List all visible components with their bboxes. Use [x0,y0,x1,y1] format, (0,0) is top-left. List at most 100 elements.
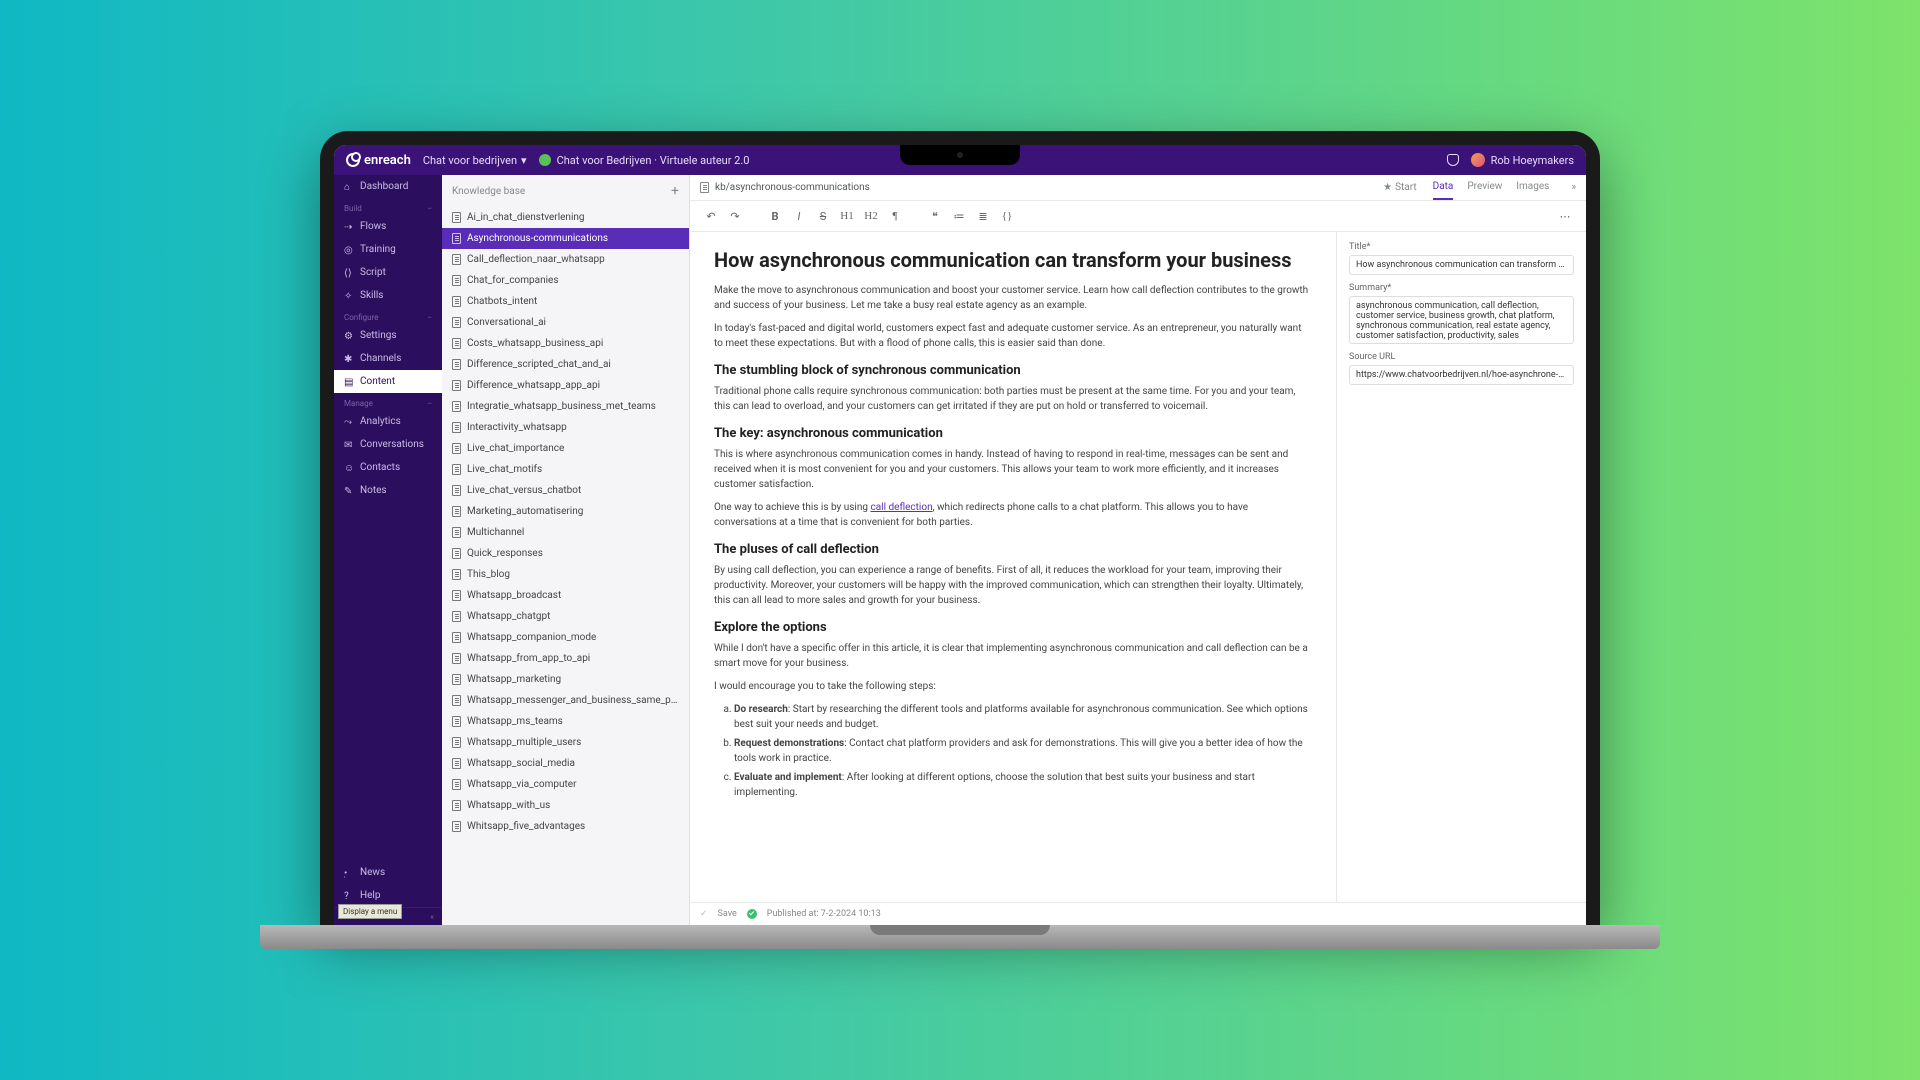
kb-item[interactable]: Whatsapp_ms_teams [442,711,689,732]
brand-logo[interactable]: enreach [346,153,411,168]
kb-item[interactable]: Asynchronous-communications [442,228,689,249]
document-icon [452,695,461,706]
quote-button[interactable]: ❝ [924,205,946,227]
title-input[interactable]: How asynchronous communication can trans… [1349,255,1574,275]
kb-item[interactable]: Call_deflection_naar_whatsapp [442,249,689,270]
paragraph-button[interactable]: ¶ [884,205,906,227]
sidebar-item-analytics[interactable]: ⤳Analytics [334,410,442,433]
kb-item[interactable]: Whatsapp_messenger_and_business_same_p… [442,690,689,711]
kb-item[interactable]: Whatsapp_marketing [442,669,689,690]
bold-button[interactable]: B [764,205,786,227]
start-button[interactable]: ★Start [1379,176,1421,199]
document-icon [452,632,461,643]
sidebar-section-manage: Manage− [334,393,442,410]
kb-item-label: Whatsapp_social_media [467,758,575,769]
sidebar-item-training[interactable]: ◎Training [334,238,442,261]
undo-button[interactable]: ↶ [700,205,722,227]
editor-footer: ✓ Save Published at: 7-2-2024 10:13 [690,902,1586,925]
sidebar-item-settings[interactable]: ⚙Settings [334,324,442,347]
article-paragraph: I would encourage you to take the follow… [714,679,1312,694]
sidebar-item-conversations[interactable]: ✉Conversations [334,433,442,456]
document-icon [452,254,461,265]
sidebar-item-channels[interactable]: ✱Channels [334,347,442,370]
kb-item[interactable]: Ai_in_chat_dienstverlening [442,207,689,228]
kb-item[interactable]: This_blog [442,564,689,585]
document-icon [452,716,461,727]
kb-item[interactable]: Whatsapp_social_media [442,753,689,774]
notifications-button[interactable] [1447,154,1459,166]
kb-item[interactable]: Chatbots_intent [442,291,689,312]
kb-item-label: Whatsapp_broadcast [467,590,561,601]
source-url-input[interactable]: https://www.chatvoorbedrijven.nl/hoe-asy… [1349,365,1574,385]
sidebar-item-dashboard[interactable]: ⌂Dashboard [334,175,442,198]
document-icon [452,317,461,328]
italic-button[interactable]: I [788,205,810,227]
kb-item[interactable]: Difference_whatsapp_app_api [442,375,689,396]
breadcrumb-text: Chat voor Bedrijven · Virtuele auteur 2.… [557,154,750,167]
kb-item[interactable]: Chat_for_companies [442,270,689,291]
kb-item[interactable]: Whatsapp_broadcast [442,585,689,606]
h1-button[interactable]: H1 [836,205,858,227]
h2-button[interactable]: H2 [860,205,882,227]
panel-collapse-button[interactable]: » [1561,176,1586,199]
list-item: Evaluate and implement: After looking at… [734,770,1312,800]
sidebar-section-build: Build− [334,198,442,215]
content-icon: ▤ [344,377,354,387]
kb-item[interactable]: Whatsapp_from_app_to_api [442,648,689,669]
kb-item[interactable]: Whatsapp_companion_mode [442,627,689,648]
document-icon [452,233,461,244]
kb-item[interactable]: Whatsapp_with_us [442,795,689,816]
project-selector[interactable]: Chat voor bedrijven ▾ [423,154,527,167]
more-button[interactable]: ⋯ [1554,205,1576,227]
kb-item[interactable]: Interactivity_whatsapp [442,417,689,438]
sidebar-item-notes[interactable]: ✎Notes [334,479,442,502]
kb-item[interactable]: Live_chat_importance [442,438,689,459]
kb-add-button[interactable]: + [671,183,679,199]
sidebar-item-skills[interactable]: ✧Skills [334,284,442,307]
bell-icon [1447,154,1459,166]
ordered-list-button[interactable]: ≣ [972,205,994,227]
document-icon [452,779,461,790]
kb-item[interactable]: Multichannel [442,522,689,543]
list-item: Request demonstrations: Contact chat pla… [734,736,1312,766]
bullet-list-button[interactable]: ≔ [948,205,970,227]
article-title: How asynchronous communication can trans… [714,248,1312,273]
call-deflection-link[interactable]: call deflection [870,502,932,513]
code-button[interactable]: {} [996,205,1018,227]
kb-item[interactable]: Whatsapp_chatgpt [442,606,689,627]
article-heading: The key: asynchronous communication [714,426,1312,441]
kb-item[interactable]: Quick_responses [442,543,689,564]
tab-images[interactable]: Images [1516,175,1549,200]
kb-item[interactable]: Difference_scripted_chat_and_ai [442,354,689,375]
save-button[interactable]: Save [718,909,737,919]
kb-list: Ai_in_chat_dienstverleningAsynchronous-c… [442,207,689,925]
redo-button[interactable]: ↷ [724,205,746,227]
article-content[interactable]: How asynchronous communication can trans… [690,232,1336,902]
sidebar-item-contacts[interactable]: ☺Contacts [334,456,442,479]
kb-item[interactable]: Conversational_ai [442,312,689,333]
kb-item[interactable]: Whatsapp_via_computer [442,774,689,795]
tab-preview[interactable]: Preview [1467,175,1502,200]
breadcrumb: Chat voor Bedrijven · Virtuele auteur 2.… [539,154,750,167]
kb-item[interactable]: Live_chat_motifs [442,459,689,480]
sidebar-item-content[interactable]: ▤Content [334,370,442,393]
sidebar-item-flows[interactable]: ⇢Flows [334,215,442,238]
skills-icon: ✧ [344,291,354,301]
strike-button[interactable]: S [812,205,834,227]
sidebar-item-news[interactable]: •̣News [334,861,442,884]
kb-item[interactable]: Costs_whatsapp_business_api [442,333,689,354]
sidebar-item-script[interactable]: ⟨⟩Script [334,261,442,284]
kb-item-label: Multichannel [467,527,524,538]
summary-input[interactable]: asynchronous communication, call deflect… [1349,296,1574,344]
summary-label: Summary* [1349,283,1574,293]
kb-item[interactable]: Whitsapp_five_advantages [442,816,689,837]
tab-data[interactable]: Data [1433,175,1454,200]
article-paragraph: By using call deflection, you can experi… [714,563,1312,608]
kb-item[interactable]: Marketing_automatisering [442,501,689,522]
kb-item[interactable]: Whatsapp_multiple_users [442,732,689,753]
kb-item[interactable]: Integratie_whatsapp_business_met_teams [442,396,689,417]
channels-icon: ✱ [344,354,354,364]
kb-item[interactable]: Live_chat_versus_chatbot [442,480,689,501]
user-menu[interactable]: Rob Hoeymakers [1471,153,1574,167]
chevron-down-icon: ▾ [521,154,527,167]
